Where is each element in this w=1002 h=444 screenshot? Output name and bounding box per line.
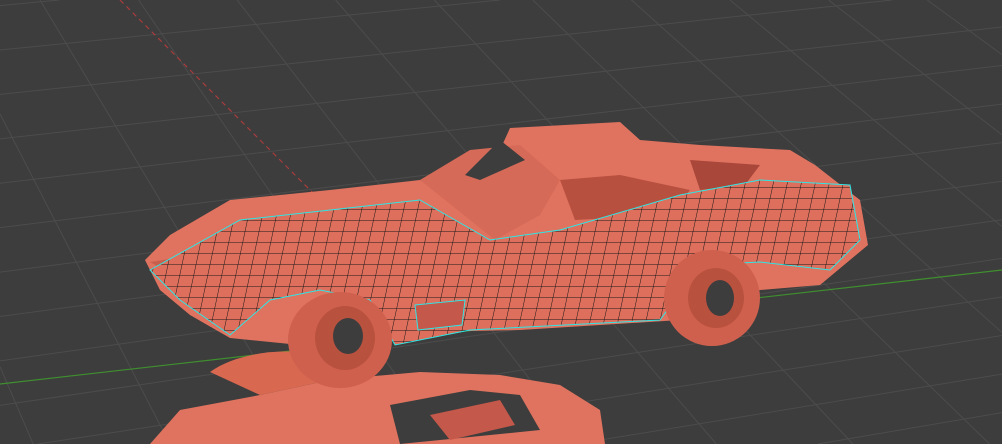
front-wheel (288, 292, 392, 388)
grid-line (0, 0, 501, 51)
grid-line (576, 373, 1002, 444)
3d-viewport[interactable] (0, 0, 1002, 444)
rear-wheel (664, 250, 760, 346)
viewport-canvas[interactable] (0, 0, 1002, 444)
grid-line (0, 113, 171, 444)
side-vent (414, 299, 466, 331)
grid-line (0, 366, 34, 444)
car-model[interactable] (145, 122, 868, 388)
grid-line (0, 0, 60, 7)
grid-line (926, 0, 1002, 55)
grid-line (817, 412, 1002, 444)
